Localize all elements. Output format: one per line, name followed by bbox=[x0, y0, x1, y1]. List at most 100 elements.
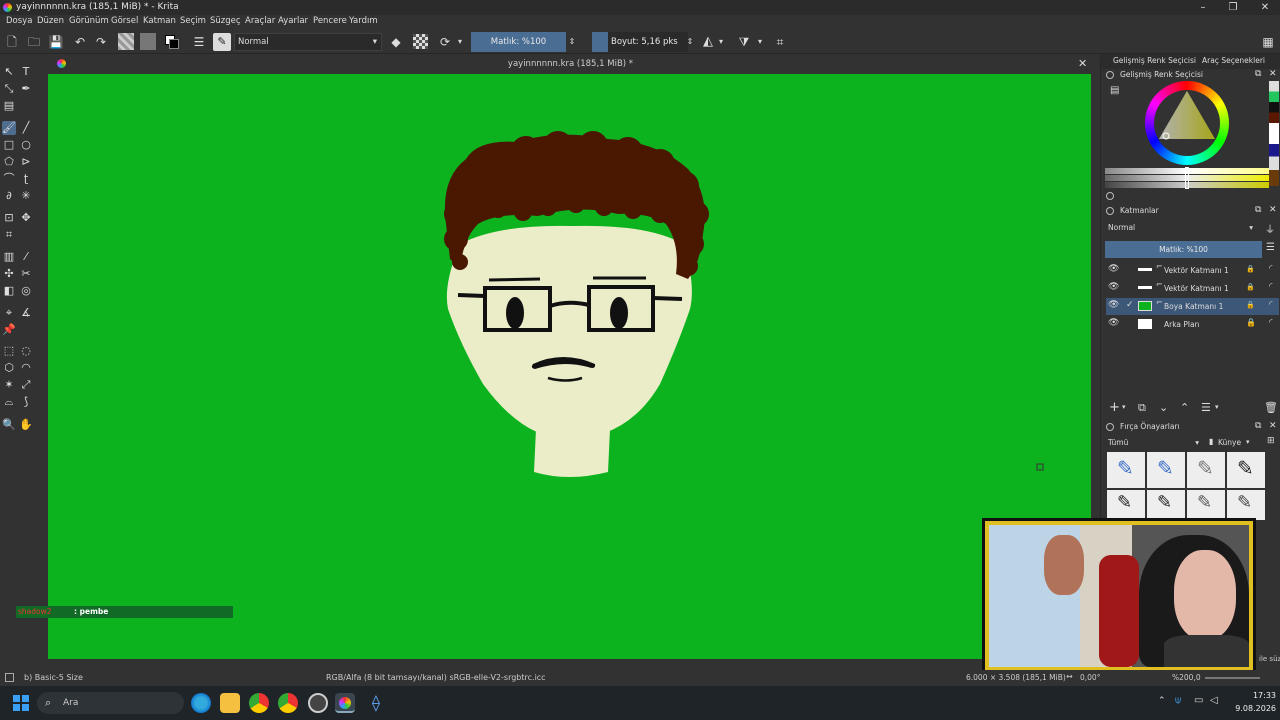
size-spin-icon[interactable]: ⇕ bbox=[685, 34, 695, 50]
tray-app-icon[interactable]: ⍦ bbox=[1175, 695, 1181, 706]
select-shapes-icon[interactable]: ↖ bbox=[2, 65, 16, 79]
menu-window[interactable]: Pencere bbox=[313, 16, 347, 26]
brush-preset-thumb[interactable]: ✎ bbox=[1147, 452, 1185, 488]
close-panel-icon[interactable]: ✕ bbox=[1269, 69, 1277, 79]
layer-row[interactable]: 👁 Arka Plan 🔒 ◜ bbox=[1106, 316, 1279, 333]
save-icon[interactable]: 💾 bbox=[48, 34, 64, 50]
layer-menu-icon[interactable]: ☰ bbox=[1266, 242, 1275, 253]
recent-colors-strip[interactable] bbox=[1269, 81, 1279, 186]
zoom-tool-icon[interactable]: 🔍 bbox=[2, 418, 16, 432]
tab-advanced-color-selector[interactable]: Gelişmiş Renk Seçicisi bbox=[1113, 56, 1196, 69]
freehand-select-icon[interactable]: ◠ bbox=[19, 361, 33, 375]
lock-icon[interactable]: 🔒 bbox=[1246, 318, 1256, 327]
visibility-eye-icon[interactable]: 👁 bbox=[1108, 318, 1119, 328]
taskbar-search[interactable]: ⌕ Ara bbox=[37, 692, 184, 714]
tab-tool-options[interactable]: Araç Seçenekleri bbox=[1202, 56, 1265, 69]
ellipse-tool-icon[interactable]: ○ bbox=[19, 138, 33, 152]
checkmark-icon[interactable]: ✓ bbox=[1126, 300, 1134, 310]
close-panel-icon[interactable]: ✕ bbox=[1269, 421, 1277, 431]
view-mode-icon[interactable]: ⊞ bbox=[1267, 436, 1275, 446]
restore-icon[interactable]: ❐ bbox=[1226, 1, 1240, 14]
color-triangle[interactable] bbox=[1145, 81, 1229, 165]
chevron-down-icon[interactable]: ▾ bbox=[1215, 403, 1219, 411]
pattern-swatch[interactable] bbox=[118, 33, 134, 50]
workspace-icon[interactable]: ▦ bbox=[1260, 34, 1276, 50]
pattern-edit-icon[interactable]: ▤ bbox=[2, 99, 16, 113]
multibrush-icon[interactable]: ✳ bbox=[19, 189, 33, 203]
enclose-fill-icon[interactable]: ◎ bbox=[19, 284, 33, 298]
crop-tool-icon[interactable]: ⌗ bbox=[2, 228, 16, 242]
chrome-profile-icon[interactable] bbox=[278, 693, 298, 713]
color-picker-icon[interactable]: ⁄ bbox=[19, 250, 33, 264]
alpha-icon[interactable]: ◜ bbox=[1269, 282, 1273, 292]
alpha-icon[interactable]: ◜ bbox=[1269, 264, 1273, 274]
ellipse-select-icon[interactable]: ◌ bbox=[19, 344, 33, 358]
brush-tag-label[interactable]: Künye bbox=[1218, 438, 1241, 447]
menu-tools[interactable]: Araçlar bbox=[245, 16, 275, 26]
similar-select-icon[interactable]: ⤢ bbox=[19, 378, 33, 392]
chevron-down-icon[interactable]: ▾ bbox=[455, 34, 465, 50]
color-slider-handle[interactable] bbox=[1185, 167, 1189, 189]
reload-preset-icon[interactable]: ⟳ bbox=[437, 34, 453, 50]
foreground-color-swatch[interactable] bbox=[169, 39, 179, 49]
menu-select[interactable]: Seçim bbox=[180, 16, 206, 26]
menu-settings[interactable]: Ayarlar bbox=[278, 16, 308, 26]
dock-float-icon[interactable] bbox=[1106, 71, 1114, 79]
bezier-select-icon[interactable]: ⌓ bbox=[2, 395, 16, 409]
file-explorer-icon[interactable] bbox=[220, 693, 240, 713]
minimize-icon[interactable]: – bbox=[1196, 1, 1210, 14]
edit-shapes-icon[interactable]: ⤡ bbox=[2, 82, 16, 96]
alpha-icon[interactable]: ◜ bbox=[1269, 300, 1273, 310]
close-icon[interactable]: ✕ bbox=[1258, 1, 1272, 14]
menu-edit[interactable]: Düzen bbox=[37, 16, 64, 26]
menu-help[interactable]: Yardım bbox=[349, 16, 378, 26]
open-folder-icon[interactable]: 🗀 bbox=[26, 34, 42, 50]
volume-icon[interactable]: ◁ bbox=[1210, 695, 1218, 706]
lock-icon[interactable]: 🔒 bbox=[1246, 283, 1255, 291]
tray-chevron-icon[interactable]: ⌃ bbox=[1158, 696, 1166, 706]
menu-file[interactable]: Dosya bbox=[6, 16, 32, 26]
menu-layer[interactable]: Katman bbox=[143, 16, 176, 26]
magnetic-select-icon[interactable]: ⟆ bbox=[19, 395, 33, 409]
eraser-mode-icon[interactable]: ◆ bbox=[388, 34, 404, 50]
preserve-alpha-icon[interactable] bbox=[413, 34, 428, 49]
measure-tool-icon[interactable]: ∡ bbox=[19, 306, 33, 320]
clock-date[interactable]: 9.08.2026 bbox=[1226, 704, 1276, 713]
brush-preset-thumb[interactable]: ✎ bbox=[1187, 452, 1225, 488]
visibility-eye-icon[interactable]: 👁 bbox=[1108, 264, 1119, 274]
menu-filter[interactable]: Süzgeç bbox=[210, 16, 241, 26]
line-tool-icon[interactable]: ╱ bbox=[19, 121, 33, 135]
edit-brush-settings-icon[interactable]: ☰ bbox=[191, 34, 207, 50]
freehand-path-icon[interactable]: ʈ bbox=[19, 172, 33, 186]
text-tool-icon[interactable]: T bbox=[19, 65, 33, 79]
size-slider[interactable]: Boyut: 5,16 pks bbox=[608, 32, 688, 52]
edge-browser-icon[interactable] bbox=[191, 693, 211, 713]
rect-select-icon[interactable]: ⬚ bbox=[2, 344, 16, 358]
layer-row[interactable]: 👁 ⌐ Vektör Katmanı 1 🔒 ◜ bbox=[1106, 262, 1279, 279]
undock-icon[interactable]: ⧉ bbox=[1255, 69, 1261, 79]
layer-blend-select[interactable]: Normal ▾ bbox=[1105, 221, 1255, 235]
lock-icon[interactable]: 🔒 bbox=[1246, 265, 1255, 273]
move-layer-down-icon[interactable]: ⌄ bbox=[1159, 401, 1168, 414]
delete-layer-icon[interactable]: 🗑 bbox=[1264, 401, 1278, 414]
mirror-horizontal-icon[interactable]: ◭ bbox=[700, 34, 716, 50]
windows-start-icon[interactable] bbox=[13, 695, 29, 711]
brush-preset-thumb[interactable]: ✎ bbox=[1107, 452, 1145, 488]
close-document-icon[interactable]: ✕ bbox=[1078, 57, 1087, 70]
polygon-select-icon[interactable]: ⬡ bbox=[2, 361, 16, 375]
chevron-down-icon[interactable]: ▾ bbox=[716, 34, 726, 50]
wrap-around-icon[interactable]: ⌗ bbox=[772, 34, 788, 50]
alpha-icon[interactable]: ◜ bbox=[1269, 318, 1273, 328]
brush-preset-thumb[interactable]: ✎ bbox=[1227, 490, 1265, 520]
visibility-eye-icon[interactable]: 👁 bbox=[1108, 282, 1119, 292]
menu-view[interactable]: Görünüm bbox=[69, 16, 109, 26]
chevron-down-icon[interactable]: ▾ bbox=[1122, 403, 1126, 411]
calligraphy-icon[interactable]: ✒ bbox=[19, 82, 33, 96]
brush-preset-thumb[interactable]: ✎ bbox=[1227, 452, 1265, 488]
reset-color-icon[interactable] bbox=[1106, 192, 1114, 200]
gradient-swatch[interactable] bbox=[140, 33, 156, 50]
mirror-vertical-icon[interactable]: ⧩ bbox=[736, 34, 752, 50]
dynamic-brush-icon[interactable]: ∂ bbox=[2, 189, 16, 203]
document-tab-title[interactable]: yayinnnnnn.kra (185,1 MiB) * bbox=[48, 59, 1093, 69]
opacity-slider[interactable]: Matlık: %100 bbox=[471, 32, 566, 52]
